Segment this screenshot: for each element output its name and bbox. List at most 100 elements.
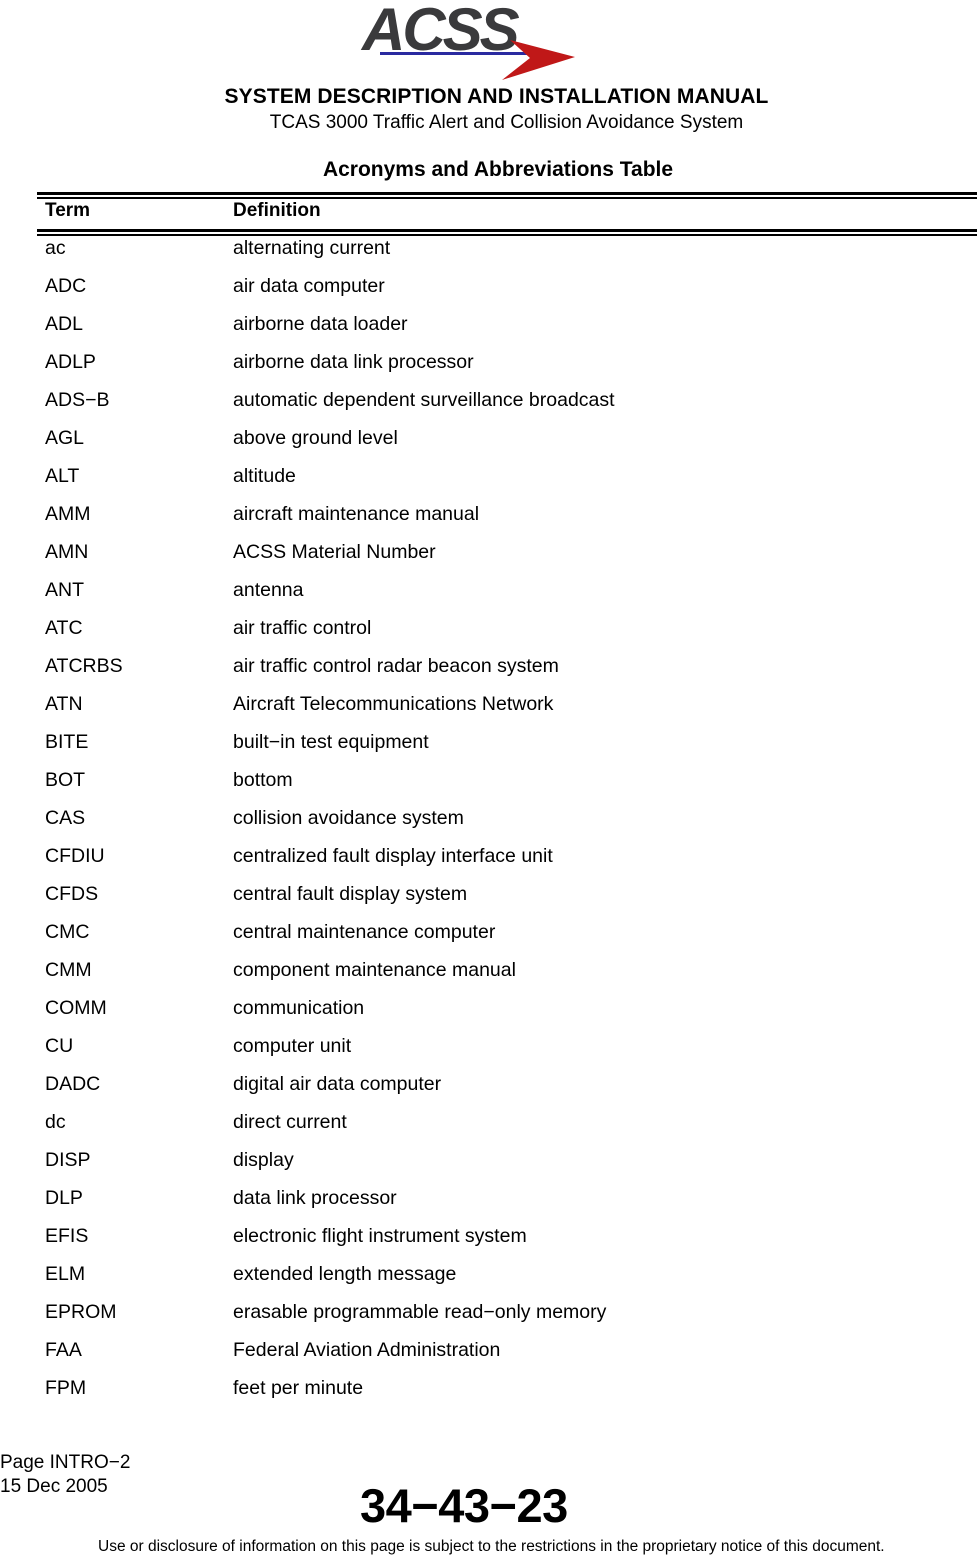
term-cell: EFIS [45,1225,89,1247]
definition-cell: built−in test equipment [233,731,429,753]
term-cell: ADL [45,313,83,335]
term-cell: CAS [45,807,86,829]
table-row: FPM feet per minute [0,1376,977,1414]
table-row: ADLP airborne data link processor [0,350,977,388]
term-cell: CFDIU [45,845,105,867]
term-cell: ADS−B [45,389,110,411]
term-cell: AGL [45,427,85,449]
definition-cell: central maintenance computer [233,921,496,943]
definition-cell: erasable programmable read−only memory [233,1301,607,1323]
term-cell: DLP [45,1187,83,1209]
table-row: DISP display [0,1148,977,1186]
definition-cell: air traffic control [233,617,372,639]
table-row: ADS−B automatic dependent surveillance br… [0,388,977,426]
definition-cell: display [233,1149,294,1171]
table-row: ADL airborne data loader [0,312,977,350]
term-cell: ADC [45,275,87,297]
definition-cell: automatic dependent surveillance broadca… [233,389,615,411]
table-row: CMM component maintenance manual [0,958,977,996]
table-header-rule [37,229,977,236]
table-row: AMN ACSS Material Number [0,540,977,578]
table-row: CU computer unit [0,1034,977,1072]
definition-cell: Aircraft Telecommunications Network [233,693,554,715]
definition-cell: central fault display system [233,883,468,905]
term-cell: ALT [45,465,80,487]
acronym-table-body: ac alternating current ADC air data compute… [0,236,977,1414]
definition-cell: data link processor [233,1187,397,1209]
term-cell: FPM [45,1377,87,1399]
page-info: Page INTRO−2 15 Dec 2005 [0,1451,130,1499]
definition-cell: air data computer [233,275,385,297]
table-row: ALT altitude [0,464,977,502]
term-cell: ac [45,237,66,259]
definition-cell: aircraft maintenance manual [233,503,480,525]
table-row: ANT antenna [0,578,977,616]
definition-cell: electronic flight instrument system [233,1225,527,1247]
definition-cell: airborne data loader [233,313,408,335]
definition-cell: air traffic control radar beacon system [233,655,559,677]
definition-cell: extended length message [233,1263,457,1285]
acss-logo-icon: ACSS [360,0,575,80]
definition-cell: communication [233,997,365,1019]
column-header-term: Term [45,200,91,221]
term-cell: FAA [45,1339,82,1361]
table-row: DLP data link processor [0,1186,977,1224]
document-code: 34−43−23 [360,1479,568,1532]
definition-cell: altitude [233,465,296,487]
manual-title: SYSTEM DESCRIPTION AND INSTALLATION MANU… [224,85,769,108]
table-row: BOT bottom [0,768,977,806]
table-row: CFDS central fault display system [0,882,977,920]
term-cell: AMM [45,503,91,525]
term-cell: CMC [45,921,90,943]
term-cell: BOT [45,769,86,791]
term-cell: EPROM [45,1301,117,1323]
term-cell: ADLP [45,351,96,373]
term-cell: AMN [45,541,89,563]
acss-logo: ACSS [360,0,575,82]
table-row: CAS collision avoidance system [0,806,977,844]
definition-cell: component maintenance manual [233,959,516,981]
table-row: ELM extended length message [0,1262,977,1300]
term-cell: DADC [45,1073,101,1095]
definition-cell: antenna [233,579,304,601]
column-header-definition: Definition [233,200,321,221]
definition-cell: centralized fault display interface unit [233,845,553,867]
term-cell: DISP [45,1149,91,1171]
definition-cell: above ground level [233,427,398,449]
term-cell: CMM [45,959,92,981]
table-title: Acronyms and Abbreviations Table [322,158,674,181]
table-row: ATC air traffic control [0,616,977,654]
definition-cell: airborne data link processor [233,351,474,373]
table-row: ADC air data computer [0,274,977,312]
term-cell: CFDS [45,883,99,905]
table-row: EPROM erasable programmable read−only mem… [0,1300,977,1338]
definition-cell: direct current [233,1111,347,1133]
definition-cell: ACSS Material Number [233,541,436,563]
proprietary-notice: Use or disclosure of information on this… [98,1538,885,1555]
term-cell: ATC [45,617,83,639]
table-top-rule [37,192,977,199]
table-row: CMC central maintenance computer [0,920,977,958]
definition-cell: feet per minute [233,1377,364,1399]
term-cell: ELM [45,1263,86,1285]
page-number: Page INTRO−2 [0,1452,131,1473]
logo-underline [380,52,542,55]
term-cell: ATCRBS [45,655,123,677]
table-row: dc direct current [0,1110,977,1148]
table-row: FAA Federal Aviation Administration [0,1338,977,1376]
table-row: EFIS electronic flight instrument system [0,1224,977,1262]
term-cell: CU [45,1035,74,1057]
manual-subtitle: TCAS 3000 Traffic Alert and Collision Av… [269,112,744,133]
definition-cell: bottom [233,769,293,791]
page-date: 15 Dec 2005 [0,1476,108,1497]
definition-cell: Federal Aviation Administration [233,1339,501,1361]
term-cell: COMM [45,997,107,1019]
definition-cell: collision avoidance system [233,807,464,829]
table-row: AGL above ground level [0,426,977,464]
table-row: ATN Aircraft Telecommunications Network [0,692,977,730]
term-cell: dc [45,1111,66,1133]
term-cell: ATN [45,693,83,715]
definition-cell: computer unit [233,1035,352,1057]
term-cell: ANT [45,579,84,601]
table-row: ac alternating current [0,236,977,274]
